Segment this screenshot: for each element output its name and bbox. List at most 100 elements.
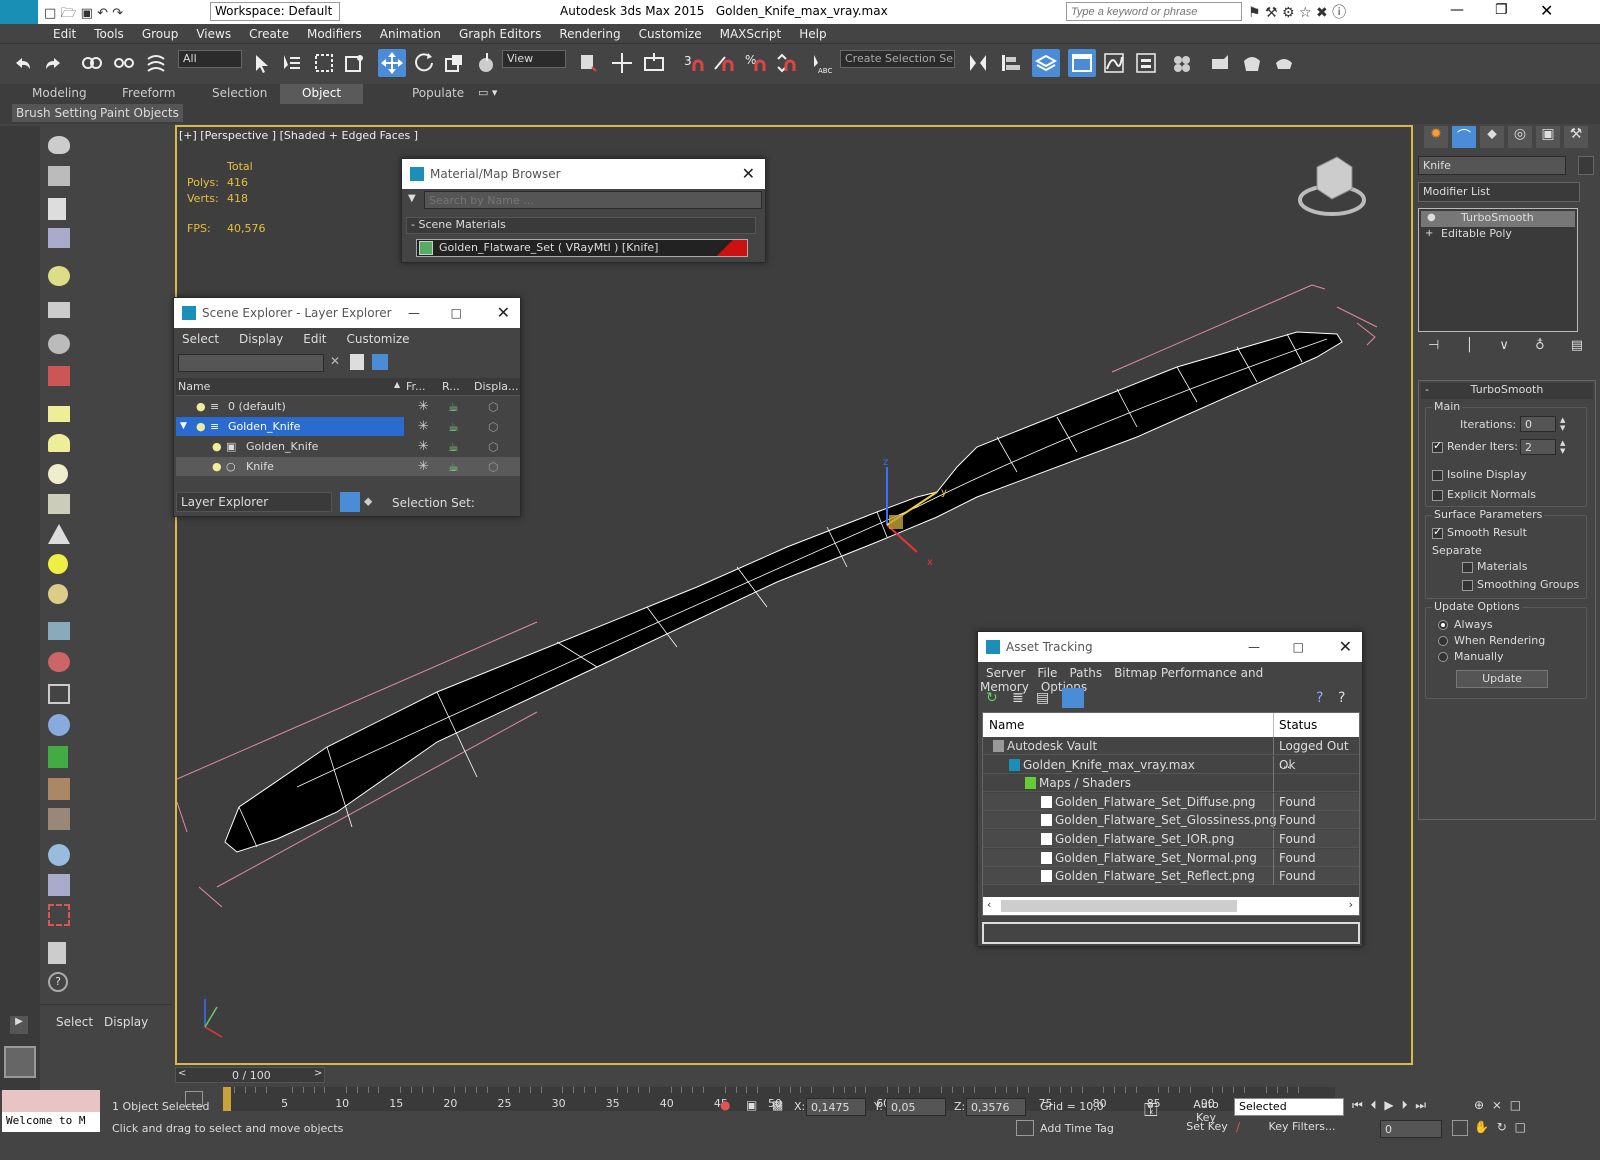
object-name-field[interactable] (1418, 156, 1566, 175)
minimize-icon[interactable]: — (408, 298, 420, 328)
when-rendering-radio[interactable]: When Rendering (1438, 634, 1545, 647)
at-menu-paths[interactable]: Paths (1069, 666, 1102, 680)
rollout-header[interactable]: - TurboSmooth (1421, 383, 1593, 399)
undo-icon[interactable] (8, 49, 36, 77)
iterations-spinner-arrows[interactable]: ▲ ▼ (1560, 416, 1565, 432)
material-editor-icon[interactable] (1168, 49, 1196, 77)
workspace-dropdown[interactable]: Workspace: Default (210, 2, 340, 21)
table-view-icon[interactable] (1062, 688, 1084, 708)
named-selection-dropdown[interactable]: Create Selection Se (840, 50, 955, 68)
maximize-icon[interactable]: □ (451, 298, 462, 328)
cone-icon[interactable] (48, 524, 70, 544)
auto-key-button[interactable]: Auto Key (1182, 1098, 1230, 1124)
camera-icon[interactable] (48, 302, 70, 318)
menu-maxscript[interactable]: MAXScript (711, 24, 791, 44)
se-menu-edit[interactable]: Edit (303, 332, 326, 346)
col-renderable[interactable]: R... (442, 380, 460, 393)
pivot-center-icon[interactable] (574, 49, 602, 77)
menu-customize[interactable]: Customize (630, 24, 711, 44)
create-tab-icon[interactable]: ✹ (1424, 126, 1448, 148)
asset-row[interactable]: Golden_Flatware_Set_Reflect.png Found (983, 867, 1359, 886)
asset-row[interactable]: Golden_Flatware_Set_Normal.png Found (983, 848, 1359, 867)
smooth-result-checkbox[interactable]: Smooth Result (1432, 525, 1527, 539)
utilities-tab-icon[interactable]: ⚒ (1564, 126, 1588, 148)
plane-icon[interactable] (48, 406, 70, 422)
at-menu-file[interactable]: File (1037, 666, 1057, 680)
sort-by-hierarchy-icon[interactable]: ⬥ (364, 494, 372, 509)
add-time-tag-icon[interactable] (1016, 1120, 1034, 1136)
filter-icon[interactable]: ▼ (408, 193, 416, 204)
rectangular-selection-icon[interactable] (310, 49, 338, 77)
select-object-icon[interactable] (248, 49, 276, 77)
stack-item-turbosmooth[interactable]: TurboSmooth (1421, 211, 1575, 227)
asset-tracking-titlebar[interactable]: Asset Tracking — □ ✕ (978, 632, 1362, 662)
teapot-icon[interactable] (48, 136, 70, 154)
table-icon[interactable] (48, 228, 70, 248)
col-display[interactable]: Displa... (474, 380, 519, 393)
material-browser-titlebar[interactable]: Material/Map Browser ✕ (402, 159, 765, 189)
lightbulb-icon[interactable]: ● (196, 397, 206, 416)
time-slider[interactable]: < 0 / 100 > (175, 1067, 325, 1083)
move-icon[interactable] (378, 49, 406, 77)
motion-tab-icon[interactable]: ◎ (1508, 126, 1532, 148)
object-row-knife[interactable]: ● ○ Knife (176, 457, 520, 476)
menu-help[interactable]: Help (790, 24, 835, 44)
smoothing-groups-checkbox[interactable]: Smoothing Groups (1462, 578, 1579, 591)
display-tab[interactable]: Display (104, 1015, 148, 1029)
viewport-layout-icon[interactable] (4, 1046, 36, 1078)
expand-icon[interactable]: ▶ (10, 1016, 28, 1034)
update-button[interactable]: Update (1456, 670, 1548, 688)
sky-icon[interactable] (48, 584, 68, 604)
redo-icon[interactable] (40, 49, 68, 77)
sun-icon[interactable] (48, 554, 68, 574)
place-icon[interactable] (472, 49, 500, 77)
isoline-checkbox[interactable]: Isoline Display (1432, 468, 1527, 481)
playback-controls[interactable]: ⏮ ⏴ ▶ ⏵ ⏭ (1352, 1098, 1426, 1113)
lock-icon[interactable]: ▣ (746, 1098, 757, 1112)
grass-icon[interactable] (48, 494, 70, 514)
display-tab-icon[interactable]: ▣ (1536, 126, 1560, 148)
sound-icon[interactable] (48, 334, 70, 354)
se-menu-select[interactable]: Select (182, 332, 219, 346)
absolute-mode-icon[interactable]: ▩ (772, 1098, 783, 1112)
menu-rendering[interactable]: Rendering (550, 24, 629, 44)
current-frame-field[interactable] (1380, 1120, 1442, 1138)
select-by-name-icon[interactable] (278, 49, 306, 77)
ribbon-tab-populate[interactable]: Populate (390, 84, 486, 104)
render-icon[interactable] (48, 166, 70, 186)
render-setup-icon[interactable] (1206, 49, 1234, 77)
menu-create[interactable]: Create (240, 24, 298, 44)
sphere-icon[interactable] (48, 464, 68, 484)
sort-by-layer-icon[interactable] (340, 492, 360, 512)
col-frozen[interactable]: Fr... (406, 380, 426, 393)
schematic-view-icon[interactable] (1132, 49, 1160, 77)
close-button[interactable]: ✕ (1540, 1, 1553, 20)
nav-controls[interactable]: ⊕ ⨯ □ (1474, 1098, 1521, 1112)
clipboard-icon[interactable] (48, 942, 66, 964)
nav-controls-2[interactable]: ✋ ↻ □ (1474, 1120, 1526, 1134)
keyword-search-input[interactable] (1066, 2, 1242, 21)
lightbulb-icon[interactable]: ● (212, 437, 222, 456)
ribbon-options-icon[interactable]: ▭ ▾ (478, 86, 497, 99)
refresh-icon[interactable]: ↻ (986, 690, 998, 706)
asset-path-field[interactable] (982, 922, 1360, 944)
hierarchy-tab-icon[interactable]: ⬥ (1480, 126, 1504, 148)
selection-filter-dropdown[interactable]: All (178, 50, 242, 68)
rendered-frame-icon[interactable] (1238, 49, 1266, 77)
window-crossing-icon[interactable] (340, 49, 368, 77)
prev-frame-icon[interactable]: < (178, 1068, 186, 1079)
modify-tab-icon[interactable]: ⌒ (1452, 126, 1476, 148)
help-search-icon[interactable]: ? (1338, 690, 1345, 706)
horizontal-scrollbar[interactable]: ‹ › (983, 897, 1359, 915)
menu-edit[interactable]: Edit (44, 24, 85, 44)
rotate-icon[interactable] (410, 49, 438, 77)
grid-icon[interactable] (48, 622, 70, 640)
col-name[interactable]: Name (989, 718, 1024, 732)
explicit-normals-checkbox[interactable]: Explicit Normals (1432, 488, 1536, 501)
angle-snap-icon[interactable] (710, 49, 738, 77)
render-column-icons[interactable]: ☕ ☕ ☕ ☕ (448, 397, 464, 477)
scroll-thumb[interactable] (1001, 900, 1237, 912)
scene-explorer-search[interactable] (178, 354, 324, 372)
manually-radio[interactable]: Manually (1438, 650, 1504, 663)
scene-explorer-titlebar[interactable]: Scene Explorer - Layer Explorer — □ ✕ (174, 298, 520, 328)
